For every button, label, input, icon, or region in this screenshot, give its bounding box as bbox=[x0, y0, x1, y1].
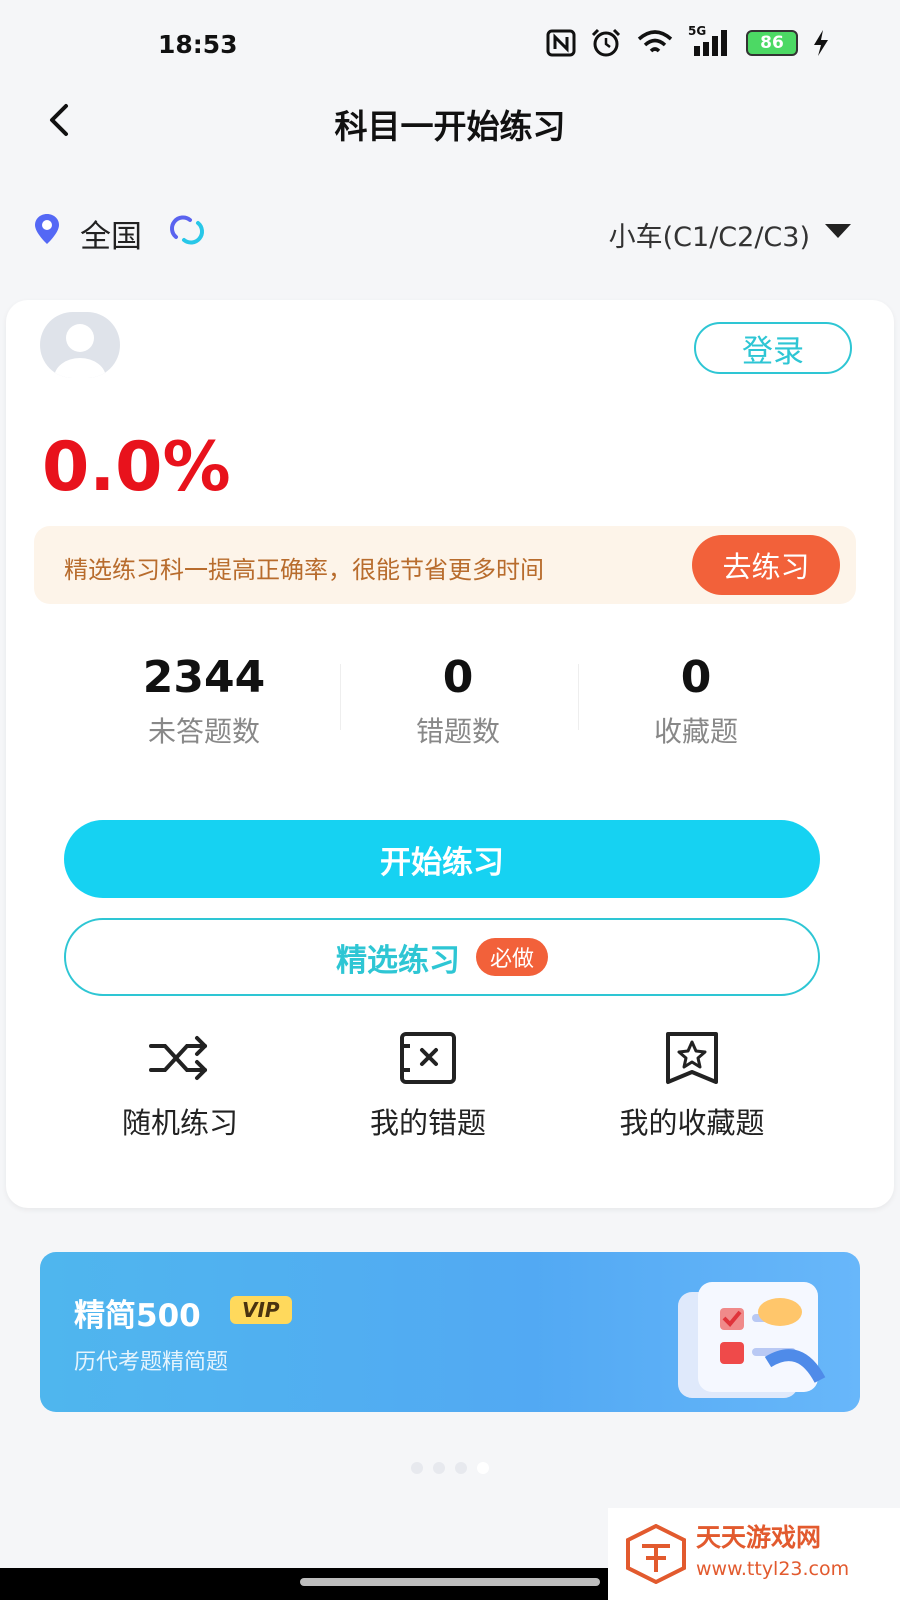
switch-region-icon[interactable] bbox=[168, 215, 206, 245]
stat-label: 收藏题 bbox=[653, 715, 738, 748]
wrong-question-icon bbox=[400, 1032, 456, 1084]
stat-favorites[interactable]: 0 收藏题 bbox=[576, 650, 816, 750]
vip-badge: VIP bbox=[230, 1296, 292, 1324]
tip-banner: 精选练习科一提高正确率，很能节省更多时间 去练习 bbox=[34, 526, 856, 604]
stat-wrong[interactable]: 0 错题数 bbox=[338, 650, 578, 750]
vip-subtitle: 历代考题精简题 bbox=[74, 1350, 229, 1375]
selected-practice-button[interactable]: 精选练习 必做 bbox=[64, 918, 820, 996]
my-favorites-button[interactable]: 我的收藏题 bbox=[582, 1030, 802, 1142]
favorite-star-icon bbox=[666, 1032, 718, 1084]
go-practice-button[interactable]: 去练习 bbox=[692, 535, 840, 595]
pager-dot[interactable] bbox=[433, 1462, 445, 1474]
cellular-signal-icon: 5G bbox=[688, 24, 732, 58]
quiz-illustration-icon bbox=[678, 1282, 826, 1398]
login-button[interactable]: 登录 bbox=[694, 322, 852, 374]
random-practice-button[interactable]: 随机练习 bbox=[70, 1030, 290, 1142]
watermark: 天天游戏网 www.ttyl23.com bbox=[608, 1508, 900, 1600]
page-title: 科目一开始练习 bbox=[334, 107, 566, 146]
nfc-icon bbox=[546, 29, 576, 57]
my-wrong-questions-button[interactable]: 我的错题 bbox=[318, 1030, 538, 1142]
stat-unanswered[interactable]: 2344 未答题数 bbox=[84, 650, 324, 750]
practice-card: 登录 0.0% 精选练习科一提高正确率，很能节省更多时间 去练习 2344 未答… bbox=[6, 300, 894, 1208]
location-pin-icon[interactable] bbox=[34, 213, 60, 245]
dropdown-triangle-icon[interactable] bbox=[824, 223, 852, 239]
status-bar: 18:53 5G 86 bbox=[0, 0, 900, 90]
charging-icon bbox=[814, 30, 828, 56]
selected-practice-label: 精选练习 bbox=[335, 942, 460, 979]
accuracy-rate: 0.0% bbox=[42, 428, 231, 507]
vip-banner[interactable]: 精简500 VIP 历代考题精简题 bbox=[40, 1252, 860, 1412]
stat-label: 未答题数 bbox=[147, 715, 260, 748]
tip-text: 精选练习科一提高正确率，很能节省更多时间 bbox=[64, 556, 544, 584]
shuffle-icon bbox=[149, 1036, 207, 1080]
quick-action-label: 随机练习 bbox=[121, 1106, 238, 1140]
region-label[interactable]: 全国 bbox=[80, 211, 142, 256]
stats-row: 2344 未答题数 0 错题数 0 收藏题 bbox=[6, 650, 894, 760]
watermark-url: www.ttyl23.com bbox=[696, 1558, 850, 1580]
watermark-title: 天天游戏网 bbox=[696, 1523, 822, 1552]
watermark-logo-icon bbox=[626, 1524, 686, 1584]
pager-dot[interactable] bbox=[411, 1462, 423, 1474]
must-do-badge: 必做 bbox=[475, 938, 548, 976]
stat-label: 错题数 bbox=[415, 715, 500, 748]
nav-bar: 科目一开始练习 bbox=[0, 90, 900, 150]
quick-action-label: 我的错题 bbox=[369, 1106, 486, 1140]
vip-title: 精简500 bbox=[74, 1298, 201, 1334]
stat-value: 0 bbox=[680, 652, 712, 703]
stat-value: 2344 bbox=[142, 652, 266, 703]
status-icons: 5G 86 bbox=[546, 24, 830, 58]
status-time: 18:53 bbox=[158, 30, 238, 59]
car-type-selector[interactable]: 小车(C1/C2/C3) bbox=[609, 215, 810, 254]
stat-value: 0 bbox=[442, 652, 474, 703]
avatar[interactable] bbox=[40, 312, 120, 378]
home-indicator[interactable] bbox=[300, 1578, 600, 1586]
start-practice-button[interactable]: 开始练习 bbox=[64, 820, 820, 898]
alarm-icon bbox=[591, 28, 621, 57]
quick-action-label: 我的收藏题 bbox=[619, 1106, 765, 1140]
battery-indicator: 86 bbox=[746, 30, 798, 56]
wifi-icon bbox=[637, 30, 673, 53]
quick-actions: 随机练习 我的错题 我的收藏题 bbox=[6, 1030, 894, 1160]
pager-dot[interactable] bbox=[455, 1462, 467, 1474]
battery-level: 86 bbox=[746, 30, 798, 56]
location-row: 全国 小车(C1/C2/C3) bbox=[0, 205, 900, 255]
pager-dot-active[interactable] bbox=[477, 1462, 489, 1474]
banner-pager bbox=[0, 1462, 900, 1474]
